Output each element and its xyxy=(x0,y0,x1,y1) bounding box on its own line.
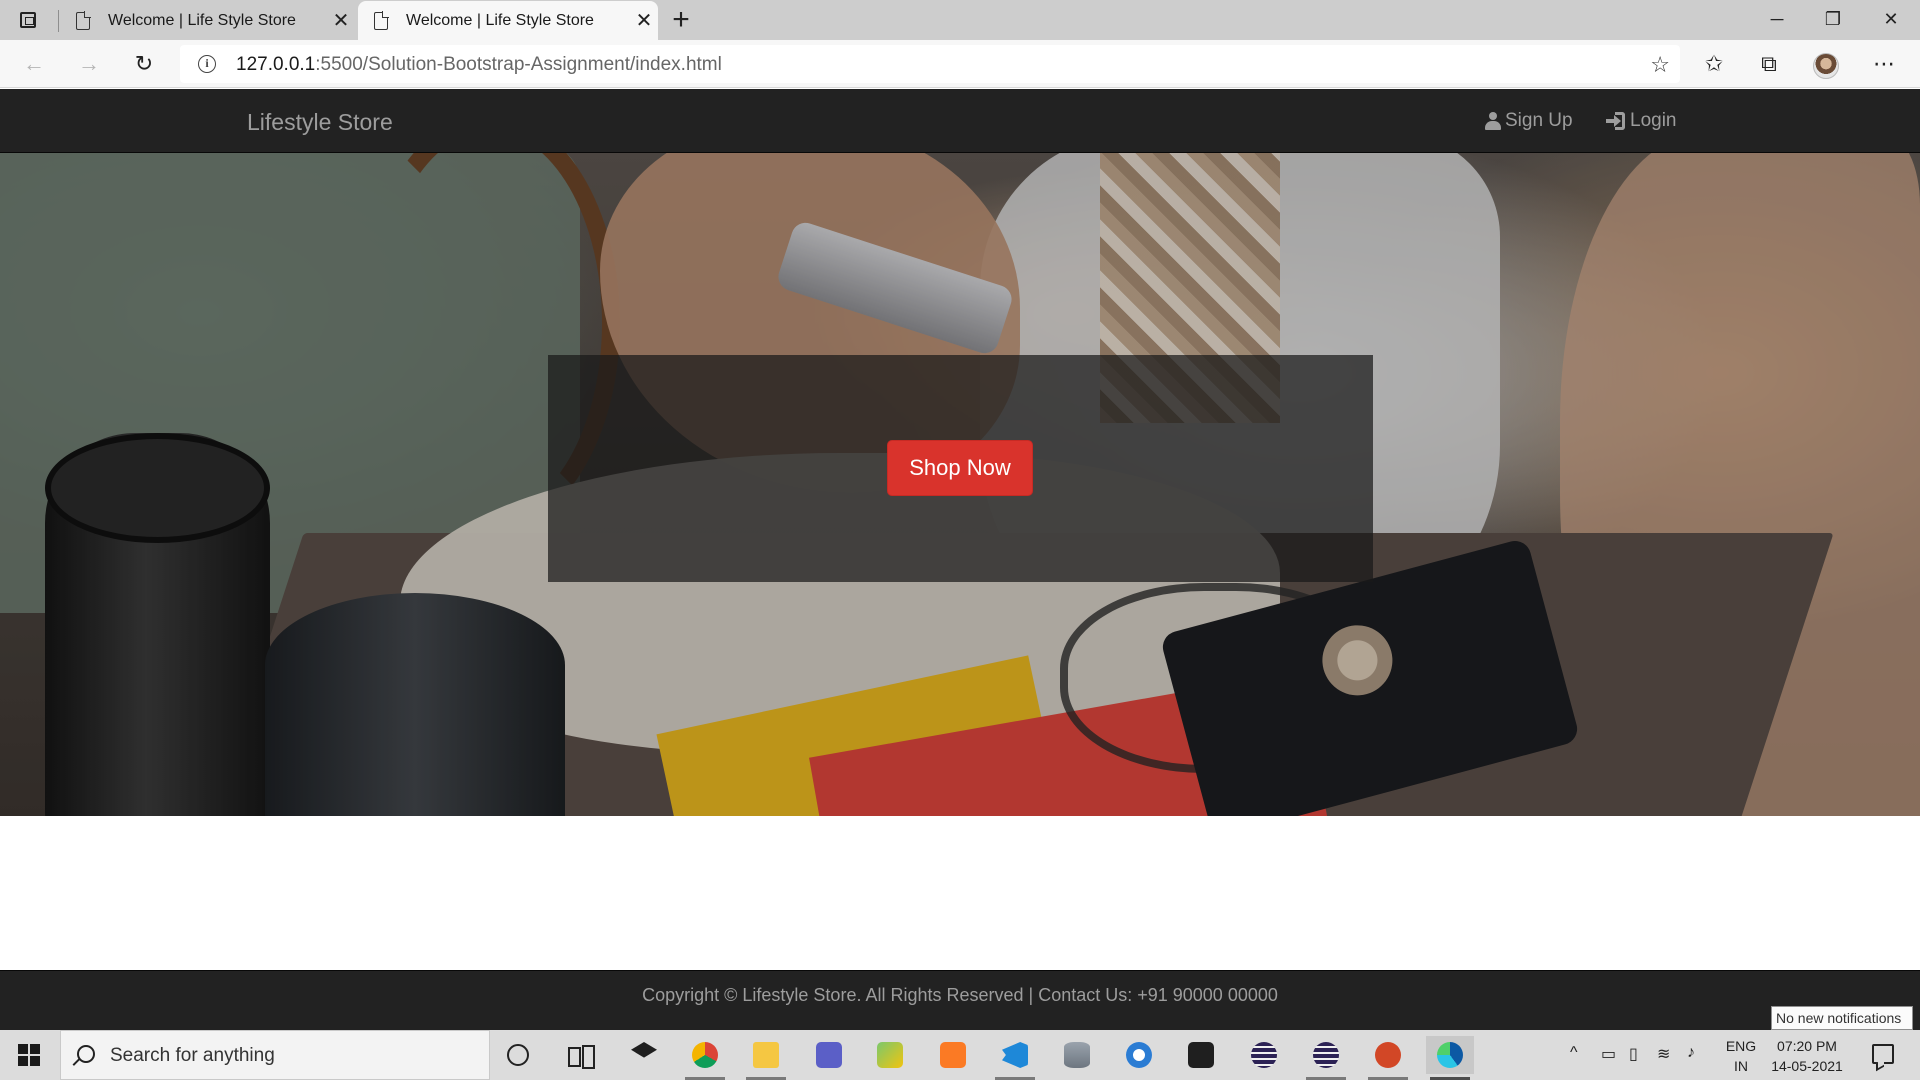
forward-icon[interactable]: → xyxy=(73,48,105,80)
browser-tab-bar: Welcome | Life Style Store ✕ Welcome | L… xyxy=(0,0,1920,40)
clock-time: 07:20 PM xyxy=(1777,1038,1837,1054)
browser-tab[interactable]: Welcome | Life Style Store ✕ xyxy=(60,1,355,40)
browser-tab-active[interactable]: Welcome | Life Style Store ✕ xyxy=(358,1,658,40)
language-indicator[interactable]: ENG IN xyxy=(1723,1036,1759,1076)
close-window-button[interactable]: ✕ xyxy=(1868,0,1914,38)
wifi-icon[interactable]: ≋ xyxy=(1657,1044,1670,1064)
language-code: ENG xyxy=(1725,1038,1757,1054)
signup-label: Sign Up xyxy=(1505,110,1573,131)
login-label: Login xyxy=(1630,110,1677,131)
restore-button[interactable]: ❐ xyxy=(1810,0,1856,38)
battery-icon[interactable]: ▯ xyxy=(1629,1044,1638,1064)
login-icon xyxy=(1606,112,1626,130)
info-icon[interactable]: i xyxy=(198,55,216,73)
vscode-icon[interactable] xyxy=(991,1036,1039,1080)
chrome-icon[interactable] xyxy=(681,1036,729,1080)
windows-taskbar: Search for anything ^ ▭ ▯ ≋ ♪ ENG IN 07:… xyxy=(0,1030,1920,1080)
url-host: 127.0.0.1 xyxy=(236,54,316,75)
edge-icon[interactable] xyxy=(1426,1036,1474,1080)
search-placeholder: Search for anything xyxy=(110,1045,275,1066)
tab-separator xyxy=(58,10,59,32)
show-hidden-icons-icon[interactable]: ^ xyxy=(1570,1044,1578,1062)
url-path: :5500/Solution-Bootstrap-Assignment/inde… xyxy=(315,54,722,75)
brand-link[interactable]: Lifestyle Store xyxy=(247,109,393,136)
visual-studio-icon[interactable] xyxy=(1177,1036,1225,1074)
eclipse-icon[interactable] xyxy=(1240,1036,1288,1074)
user-icon xyxy=(1485,112,1501,130)
page-icon xyxy=(76,10,91,30)
volume-icon[interactable]: ♪ xyxy=(1687,1044,1695,1062)
taskbar-search[interactable]: Search for anything xyxy=(60,1030,490,1080)
browser-toolbar: ← → ↻ i 127.0.0.1:5500/Solution-Bootstra… xyxy=(0,40,1920,88)
tab-actions-icon[interactable] xyxy=(16,8,42,32)
favorites-icon[interactable]: ✩ xyxy=(1697,48,1731,80)
task-view-icon[interactable] xyxy=(568,1045,595,1069)
refresh-icon[interactable]: ↻ xyxy=(128,48,160,80)
windows-start-icon[interactable] xyxy=(18,1044,40,1066)
notification-tooltip: No new notifications xyxy=(1771,1006,1913,1030)
profile-avatar[interactable] xyxy=(1813,53,1839,79)
collections-icon[interactable]: ⧉ xyxy=(1752,48,1786,80)
close-tab-icon[interactable]: ✕ xyxy=(630,8,658,33)
shop-now-button[interactable]: Shop Now xyxy=(887,440,1033,496)
more-icon[interactable]: ⋯ xyxy=(1867,48,1901,80)
tab-title: Welcome | Life Style Store xyxy=(406,11,594,29)
url-text[interactable]: 127.0.0.1:5500/Solution-Bootstrap-Assign… xyxy=(236,54,722,76)
dropbox-icon[interactable] xyxy=(620,1036,668,1074)
language-region: IN xyxy=(1734,1058,1748,1074)
page-body xyxy=(0,816,1920,970)
notifications-icon[interactable] xyxy=(1872,1044,1894,1064)
back-icon[interactable]: ← xyxy=(18,48,50,80)
xampp-icon[interactable] xyxy=(929,1036,977,1074)
system-tray: ^ ▭ ▯ ≋ ♪ ENG IN 07:20 PM 14-05-2021 xyxy=(1565,1030,1920,1080)
address-bar[interactable]: i 127.0.0.1:5500/Solution-Bootstrap-Assi… xyxy=(180,45,1680,83)
search-icon xyxy=(77,1045,95,1063)
word-icon[interactable] xyxy=(1115,1036,1163,1074)
teams-icon[interactable] xyxy=(805,1036,853,1074)
clock[interactable]: 07:20 PM 14-05-2021 xyxy=(1767,1036,1847,1076)
clock-date: 14-05-2021 xyxy=(1771,1058,1843,1074)
login-link[interactable]: Login xyxy=(1606,110,1677,132)
site-footer: Copyright © Lifestyle Store. All Rights … xyxy=(0,970,1920,1030)
paint-icon[interactable] xyxy=(866,1036,914,1074)
page-icon xyxy=(374,10,389,30)
add-favorite-icon[interactable]: ☆ xyxy=(1650,52,1670,78)
minimize-button[interactable]: ─ xyxy=(1754,0,1800,38)
eclipse-icon-2[interactable] xyxy=(1302,1036,1350,1080)
signup-link[interactable]: Sign Up xyxy=(1485,110,1573,132)
footer-text: Copyright © Lifestyle Store. All Rights … xyxy=(642,985,1278,1005)
device-icon[interactable]: ▭ xyxy=(1601,1044,1616,1064)
new-tab-button[interactable]: + xyxy=(666,4,696,36)
powerpoint-icon[interactable] xyxy=(1364,1036,1412,1080)
close-tab-icon[interactable]: ✕ xyxy=(327,8,355,33)
cortana-icon[interactable] xyxy=(507,1044,529,1066)
database-icon[interactable] xyxy=(1053,1036,1101,1074)
site-navbar: Lifestyle Store Sign Up Login xyxy=(0,89,1920,153)
file-explorer-icon[interactable] xyxy=(742,1036,790,1080)
tab-title: Welcome | Life Style Store xyxy=(108,11,296,29)
